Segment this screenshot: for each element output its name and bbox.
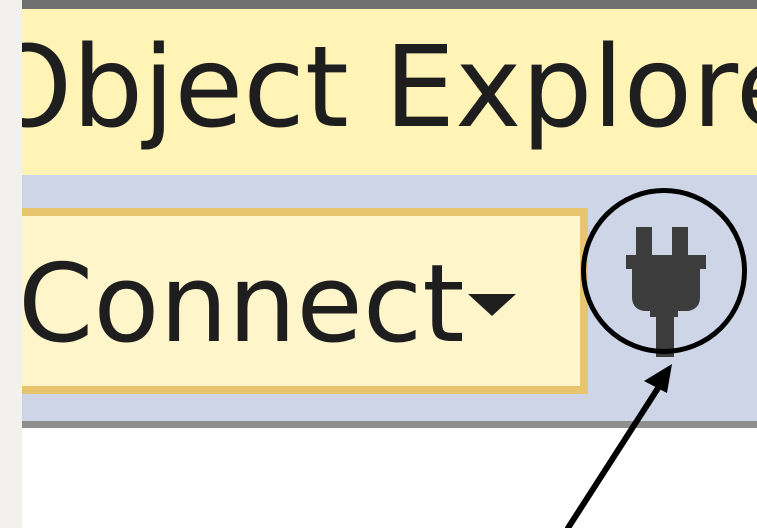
object-explorer-title-bar: Object Explorer [22, 9, 757, 175]
connect-button[interactable]: Connect [22, 208, 588, 394]
left-edge-strip [0, 0, 22, 528]
window-top-border [0, 0, 757, 9]
screenshot-root: Object Explorer Connect [0, 0, 757, 528]
caret-down-icon[interactable] [468, 294, 516, 316]
connect-button-label: Connect [22, 242, 465, 367]
panel-title: Object Explorer [22, 23, 757, 153]
annotation-highlight-circle [581, 188, 747, 354]
toolbar-divider [22, 421, 757, 428]
